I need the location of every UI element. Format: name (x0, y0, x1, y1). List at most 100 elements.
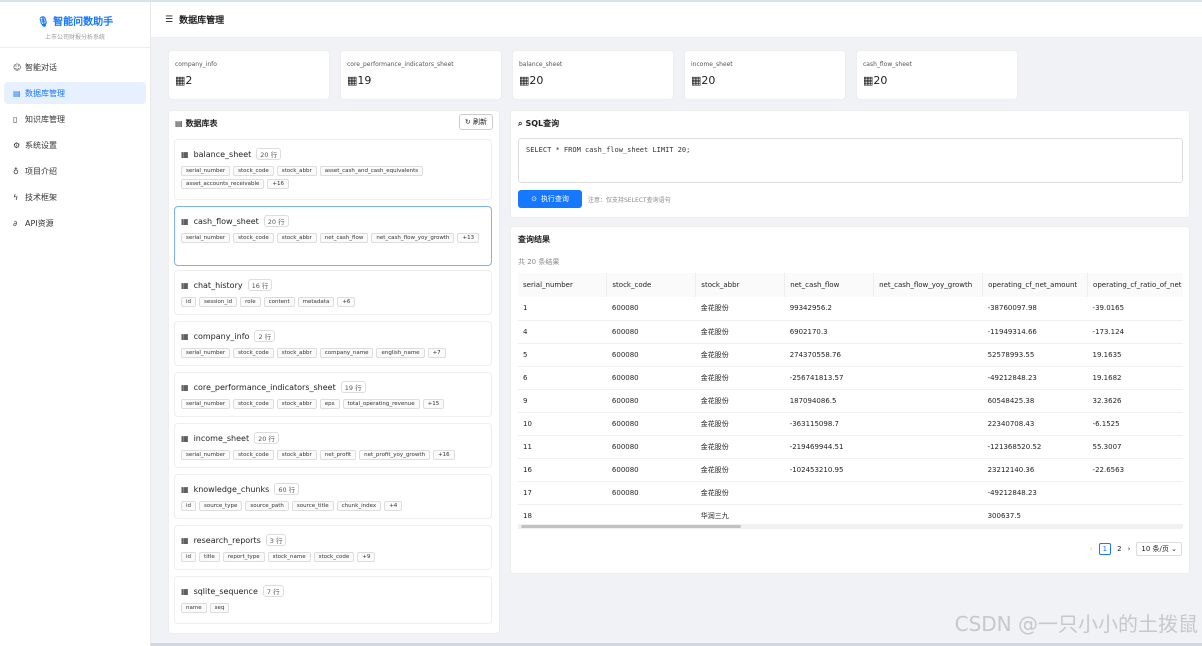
table-row[interactable]: 10 600080 金花股份 -363115098.7 22340708.43 -6.15… (518, 412, 1183, 436)
table-cell: -49212848.23 (982, 481, 1088, 505)
main: ☰ 数据库管理 company_info ▦2 core_performance_i… (151, 2, 1202, 646)
link-icon: ∂ (13, 218, 18, 228)
sql-panel-title: ⌕ SQL查询 (518, 118, 559, 129)
table-card-header: ▦ balance_sheet 20 行 (181, 148, 485, 160)
table-row[interactable]: 1 600080 金花股份 99342956.2 -38760097.98 -39.016… (518, 297, 1183, 321)
table-icon: ▦ (691, 74, 702, 87)
table-cell: -6.1525 (1087, 412, 1183, 436)
column-chip: source_title (291, 501, 334, 511)
column-header[interactable]: serial_number (518, 273, 608, 297)
table-cell: 32.3626 (1087, 389, 1183, 413)
tables-panel: ▤ 数据库表 ↻ 刷新 ▦ balance_sheet 20 行 serial_num… (168, 110, 500, 634)
page-2-button[interactable]: 2 (1117, 545, 1121, 553)
column-chip: stock_code (233, 233, 274, 243)
page-title: 数据库管理 (179, 16, 225, 26)
sidebar-item-6[interactable]: ∂ API资源 (4, 212, 146, 234)
table-cell: -219469944.51 (784, 435, 874, 459)
results-body: 1 600080 金花股份 99342956.2 -38760097.98 -39.016… (518, 297, 1183, 523)
table-card[interactable]: ▦ balance_sheet 20 行 serial_number stock_cod… (174, 139, 492, 200)
horizontal-scrollbar[interactable] (518, 524, 1183, 529)
table-name: knowledge_chunks (193, 484, 270, 494)
table-row[interactable]: 18 华润三九 300637.5 (518, 504, 1183, 523)
table-cell: 金花股份 (695, 343, 785, 367)
table-card[interactable]: ▦ company_info 2 行 serial_number stock_code s… (174, 321, 492, 366)
pagination: ‹ 1 2 › 10 条/页 ⌄ (1090, 542, 1182, 556)
column-chip: +16 (267, 179, 290, 189)
next-page-icon[interactable]: › (1128, 545, 1131, 553)
sidebar-item-3[interactable]: ⚙ 系统设置 (4, 134, 146, 156)
sql-input[interactable]: SELECT * FROM cash_flow_sheet LIMIT 20; (518, 138, 1183, 183)
page-size-select[interactable]: 10 条/页 ⌄ (1136, 542, 1182, 556)
refresh-button[interactable]: ↻ 刷新 (458, 114, 493, 130)
table-card-header: ▦ core_performance_indicators_sheet 19 行 (181, 381, 485, 393)
table-card[interactable]: ▦ income_sheet 20 行 serial_number stock_code… (174, 423, 492, 468)
page-1-button[interactable]: 1 (1098, 543, 1112, 555)
table-cell: 23212140.36 (982, 458, 1088, 482)
table-row[interactable]: 5 600080 金花股份 274370558.76 52578993.55 19.163… (518, 343, 1183, 367)
table-cell: -102453210.95 (784, 458, 874, 482)
sidebar-item-2[interactable]: ▯ 知识库管理 (4, 108, 146, 130)
stat-card: company_info ▦2 (168, 50, 330, 100)
table-row[interactable]: 9 600080 金花股份 187094086.5 60548425.38 32.3626 (518, 389, 1183, 413)
table-row[interactable]: 11 600080 金花股份 -219469944.51 -121368520.52 55… (518, 435, 1183, 459)
stat-label: income_sheet (691, 61, 733, 68)
stat-card: income_sheet ▦20 (684, 50, 846, 100)
table-card[interactable]: ▦ knowledge_chunks 60 行 id source_type source… (174, 474, 492, 519)
table-cell: 99342956.2 (784, 297, 874, 321)
row-count-badge: 20 行 (263, 215, 289, 227)
sidebar-item-1[interactable]: ▤ 数据库管理 (4, 82, 146, 104)
column-chips: id title report_type stock_name stock_code +9 (181, 552, 485, 562)
column-chip: total_operating_revenue (342, 399, 420, 409)
table-row[interactable]: 17 600080 金花股份 -49212848.23 (518, 481, 1183, 505)
table-card[interactable]: ▦ core_performance_indicators_sheet 19 行 se… (174, 372, 492, 417)
column-chip: seq (209, 603, 230, 613)
column-chip: session_id (199, 297, 238, 307)
logo: 🎙 智能问数助手 上市公司财报分析系统 (0, 2, 150, 48)
column-header[interactable]: operating_cf_net_amount (982, 273, 1089, 297)
stats-row: company_info ▦2 core_performance_indicator… (168, 50, 1018, 100)
column-header[interactable]: operating_cf_ratio_of_net (1087, 273, 1183, 297)
table-cell: 金花股份 (695, 389, 785, 413)
table-cell (873, 297, 983, 321)
table-row[interactable]: 16 600080 金花股份 -102453210.95 23212140.36 -22.… (518, 458, 1183, 482)
table-icon: ▦ (181, 535, 189, 545)
sidebar-item-0[interactable]: ☺ 智能对话 (4, 56, 146, 78)
column-chip: source_type (199, 501, 243, 511)
prev-page-icon[interactable]: ‹ (1090, 545, 1093, 553)
table-row[interactable]: 4 600080 金花股份 6902170.3 -11949314.66 -173.124 (518, 320, 1183, 344)
table-row[interactable]: 6 600080 金花股份 -256741813.57 -49212848.23 19.1… (518, 366, 1183, 390)
column-header[interactable]: stock_abbr (695, 273, 786, 297)
table-card[interactable]: ▦ cash_flow_sheet 20 行 serial_number stock_c… (174, 206, 492, 266)
table-name: sqlite_sequence (193, 586, 258, 596)
table-cell: 300637.5 (982, 504, 1088, 523)
table-card[interactable]: ▦ sqlite_sequence 7 行 name seq (174, 576, 492, 624)
table-card[interactable]: ▦ research_reports 3 行 id title report_type st… (174, 525, 492, 570)
table-cell: 22340708.43 (982, 412, 1088, 436)
table-cell (784, 481, 874, 505)
table-cell (873, 458, 983, 482)
column-chips: serial_number stock_code stock_abbr company… (181, 348, 485, 358)
column-header[interactable]: net_cash_flow (784, 273, 875, 297)
sidebar-item-4[interactable]: ♁ 项目介绍 (4, 160, 146, 182)
column-chips: id session_id role content metadata +6 (181, 297, 485, 307)
table-cell: 55.3007 (1087, 435, 1183, 459)
table-cell (1087, 504, 1183, 523)
results-table-wrap: serial_number stock_code stock_abbr net_cas… (518, 273, 1183, 523)
menu-fold-icon[interactable]: ☰ (165, 15, 173, 25)
column-header[interactable]: net_cash_flow_yoy_growth (873, 273, 984, 297)
table-icon: ▦ (181, 280, 189, 290)
column-header[interactable]: stock_code (606, 273, 697, 297)
run-query-button[interactable]: ⊙ 执行查询 (518, 190, 582, 208)
results-table: serial_number stock_code stock_abbr net_cas… (518, 273, 1183, 523)
sidebar-item-5[interactable]: ϟ 技术框架 (4, 186, 146, 208)
table-cell: 4 (518, 320, 607, 344)
table-card[interactable]: ▦ chat_history 16 行 id session_id role content… (174, 270, 492, 315)
app-subtitle: 上市公司财报分析系统 (44, 34, 105, 41)
run-query-label: 执行查询 (540, 195, 569, 203)
column-chip: net_profit (319, 450, 357, 460)
column-chip: net_cash_flow_yoy_growth (371, 233, 455, 243)
sidebar-item-label: 知识库管理 (25, 114, 65, 124)
column-chip: serial_number (181, 399, 231, 409)
sidebar-item-label: 技术框架 (25, 192, 57, 202)
scrollbar-thumb[interactable] (521, 525, 741, 528)
